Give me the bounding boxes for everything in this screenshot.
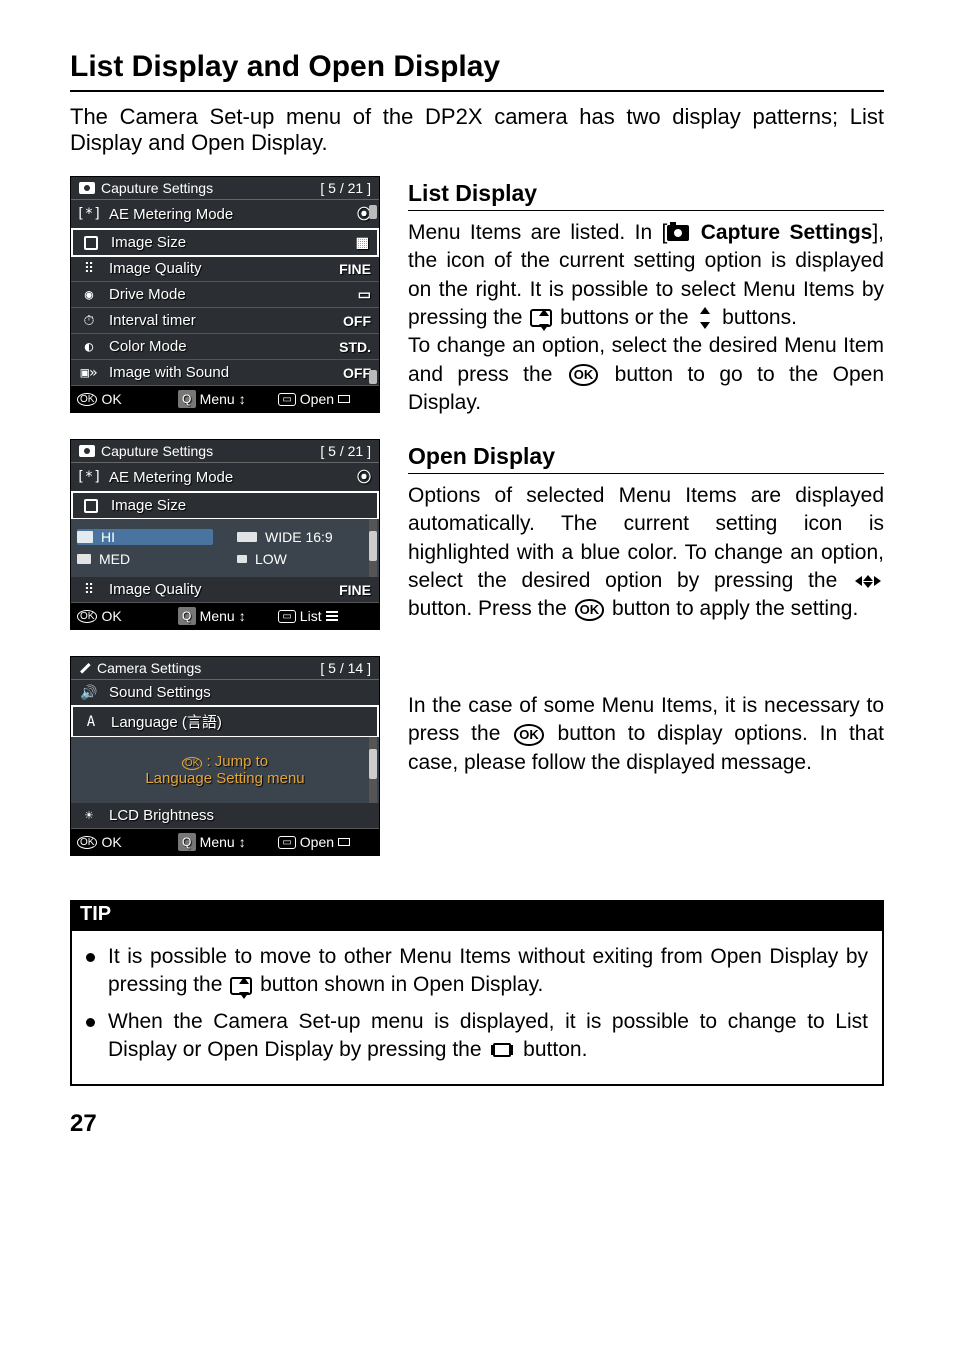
screen-camera-settings: Camera Settings [ 5 / 14 ] 🔊Sound Settin… — [70, 656, 380, 856]
tip-item: It is possible to move to other Menu Ite… — [86, 943, 868, 1000]
ok-icon: OK — [77, 610, 97, 623]
tip-item: When the Camera Set-up menu is displayed… — [86, 1008, 868, 1065]
ok-icon: OK — [77, 836, 97, 849]
camera-icon — [667, 225, 689, 241]
camera-icon — [79, 182, 95, 194]
size-icon — [237, 532, 257, 542]
row-label: Color Mode — [109, 338, 313, 355]
ok-icon: OK — [77, 393, 97, 406]
footer-menu: Menu — [200, 391, 235, 407]
screen1-title: Caputure Settings — [101, 180, 213, 196]
option-label: LOW — [255, 551, 287, 567]
screen1-pager: [ 5 / 21 ] — [320, 180, 371, 196]
scrollbar — [369, 519, 377, 577]
row-val: OFF — [323, 313, 371, 329]
updown-boxed-icon — [530, 309, 552, 327]
screen3-pager: [ 5 / 14 ] — [320, 660, 371, 676]
ok-icon: OK — [182, 757, 202, 770]
jump-line2: Language Setting menu — [145, 770, 304, 787]
row-label: Language (言語) — [111, 711, 369, 732]
row-val: ▦ — [321, 234, 369, 251]
nav-icon — [855, 574, 881, 588]
open-display-heading: Open Display — [408, 439, 884, 474]
row-val: ▭ — [323, 286, 371, 303]
footer-ok: OK — [101, 834, 121, 850]
size-icon — [237, 555, 247, 563]
footer-ok: OK — [101, 608, 121, 624]
row-label: Image Size — [111, 234, 311, 251]
option-label: WIDE 16:9 — [265, 529, 333, 545]
intro-text: The Camera Set-up menu of the DP2X camer… — [70, 104, 884, 156]
tip-heading: TIP — [70, 900, 884, 929]
screen2-title: Caputure Settings — [101, 443, 213, 459]
row-label: Image Size — [111, 497, 369, 514]
screen2-pager: [ 5 / 21 ] — [320, 443, 371, 459]
row-val: FINE — [323, 582, 371, 598]
screen-list-display: Caputure Settings [ 5 / 21 ] [*]AE Meter… — [70, 176, 380, 413]
row-label: AE Metering Mode — [109, 206, 313, 223]
row-label: Interval timer — [109, 312, 313, 329]
row-label: Image Quality — [109, 581, 313, 598]
size-icon — [77, 554, 91, 564]
open-display-body: Options of selected Menu Items are displ… — [408, 482, 884, 624]
footer-open: Open — [300, 391, 334, 407]
row-label: LCD Brightness — [109, 807, 371, 824]
page-number: 27 — [70, 1110, 884, 1138]
row-label: Image Quality — [109, 260, 313, 277]
updown-icon — [697, 307, 713, 329]
screen3-title: Camera Settings — [97, 660, 201, 676]
list-display-body: Menu Items are listed. In [ Capture Sett… — [408, 219, 884, 417]
disp-icon: ▭ — [278, 836, 295, 849]
ok-icon: OK — [569, 364, 599, 386]
updown-boxed-icon — [230, 977, 252, 995]
size-icon — [77, 531, 93, 543]
row-val: ⦿ — [323, 467, 371, 487]
footer-ok: OK — [101, 391, 121, 407]
qs-icon: Q — [178, 390, 196, 408]
jump-body: In the case of some Menu Items, it is ne… — [408, 692, 884, 777]
disp-icon: ▭ — [278, 393, 295, 406]
row-val: FINE — [323, 261, 371, 277]
qs-icon: Q — [178, 607, 196, 625]
row-label: Drive Mode — [109, 286, 313, 303]
row-val: STD. — [323, 339, 371, 355]
screen-open-display: Caputure Settings [ 5 / 21 ] [*]AE Meter… — [70, 439, 380, 630]
qs-icon: Q — [178, 833, 196, 851]
row-label: Sound Settings — [109, 684, 371, 701]
footer-open: Open — [300, 834, 334, 850]
option-label: MED — [99, 551, 130, 567]
row-val: ⦿ — [323, 204, 371, 224]
display-button-icon — [493, 1043, 511, 1057]
page-title: List Display and Open Display — [70, 50, 884, 92]
camera-icon — [79, 445, 95, 457]
tip-body: It is possible to move to other Menu Ite… — [70, 929, 884, 1086]
wrench-icon — [77, 660, 94, 677]
scrollbar — [369, 737, 377, 803]
ok-icon: OK — [575, 599, 605, 621]
footer-menu: Menu — [200, 608, 235, 624]
ok-icon: OK — [514, 724, 544, 746]
jump-line1: : Jump to — [206, 753, 268, 770]
disp-icon: ▭ — [278, 610, 295, 623]
scroll-up-arrow — [369, 205, 377, 219]
footer-list: List — [300, 608, 322, 624]
row-val: OFF — [323, 365, 371, 381]
row-label: AE Metering Mode — [109, 469, 313, 486]
scroll-down-arrow — [369, 370, 377, 384]
row-label: Image with Sound — [109, 364, 313, 381]
option-label: HI — [101, 529, 115, 545]
footer-menu: Menu — [200, 834, 235, 850]
list-display-heading: List Display — [408, 176, 884, 211]
